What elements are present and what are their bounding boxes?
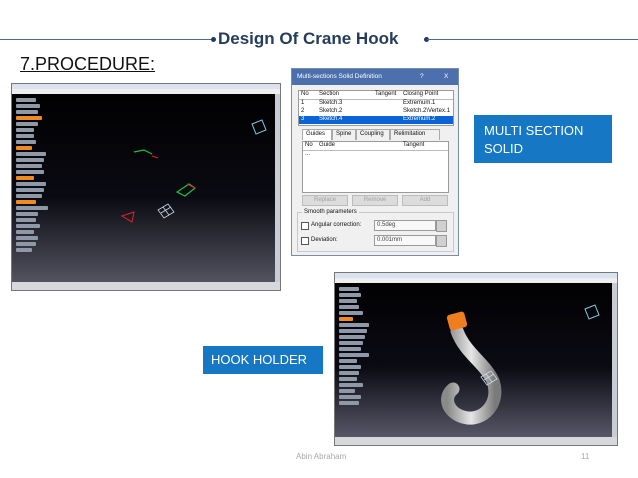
row-section: Sketch.3 <box>319 100 343 106</box>
row-no: 1 <box>301 100 305 106</box>
multi-section-callout: MULTI SECTION SOLID <box>474 115 612 163</box>
row-no: 3 <box>301 116 305 122</box>
multi-sections-solid-dialog: Multi-sections Solid Definition ? X No S… <box>291 68 459 256</box>
header-rule-left <box>0 39 215 40</box>
deviation-checkbox[interactable] <box>301 237 309 245</box>
row-closing-point: Extremum.2 <box>403 116 436 122</box>
replace-button[interactable]: Replace <box>302 195 348 206</box>
col-guide: Guide <box>319 142 336 148</box>
guides-row[interactable]: ... <box>303 151 448 159</box>
hook-holder-callout-text: HOOK HOLDER <box>211 352 308 367</box>
dialog-tabs: Guides Spine Coupling Relimitation <box>302 129 442 140</box>
guide-buttons: Replace Remove Add <box>302 195 448 206</box>
guides-header: No Guide Tangent <box>303 142 448 151</box>
header-dot-left <box>211 37 216 42</box>
dialog-titlebar: Multi-sections Solid Definition ? X <box>292 69 458 85</box>
guides-row-placeholder: ... <box>305 151 311 157</box>
col-tangent: Tangent <box>375 91 397 97</box>
help-button[interactable]: ? <box>420 73 424 80</box>
row-no: 2 <box>301 108 305 114</box>
tab-guides[interactable]: Guides <box>302 129 332 140</box>
slide-title: Design Of Crane Hook <box>218 29 399 48</box>
col-no: No <box>305 142 313 148</box>
angular-correction-label: Angular correction: <box>311 222 362 228</box>
deviation-label: Deviation: <box>311 237 338 243</box>
section-heading: 7.PROCEDURE: <box>20 54 156 74</box>
angular-spinner[interactable] <box>436 220 447 232</box>
deviation-spinner[interactable] <box>436 235 447 247</box>
header-rule-right <box>427 39 638 40</box>
col-no: No <box>301 91 309 97</box>
crane-hook-model <box>441 304 600 425</box>
angular-correction-field[interactable]: 0.5deg <box>374 220 436 231</box>
angular-correction-checkbox[interactable] <box>301 222 309 230</box>
col-section: Section <box>319 91 340 97</box>
row-closing-point: Sketch.2\Vertex.1 <box>403 108 451 114</box>
multi-section-callout-text: MULTI SECTION SOLID <box>484 123 584 156</box>
col-tangent: Tangent <box>403 142 425 148</box>
sections-table: No Section Tangent Closing Point 1 Sketc… <box>298 90 454 126</box>
sketch-geometry <box>120 119 267 223</box>
col-closing-point: Closing Point <box>403 91 439 97</box>
smooth-parameters-group: Smooth parameters Angular correction: 0.… <box>297 209 454 252</box>
close-button[interactable]: X <box>444 73 448 80</box>
row-section: Sketch.4 <box>319 116 343 122</box>
dialog-title: Multi-sections Solid Definition <box>297 73 382 80</box>
table-header: No Section Tangent Closing Point <box>299 91 453 100</box>
guides-table: No Guide Tangent ... <box>302 141 449 193</box>
table-row[interactable]: 2 Sketch.2 Sketch.2\Vertex.1 <box>299 108 453 116</box>
catia-screenshot-sections <box>11 83 281 291</box>
tab-spine[interactable]: Spine <box>332 129 356 140</box>
table-row[interactable]: 1 Sketch.3 Extremum.1 <box>299 100 453 108</box>
footer-author: Abin Abraham <box>296 452 347 461</box>
tab-relimitation[interactable]: Relimitation <box>390 129 440 140</box>
table-row-selected[interactable]: 3 Sketch.4 Extremum.2 <box>299 116 453 124</box>
remove-button[interactable]: Remove <box>352 195 398 206</box>
hook-holder-callout: HOOK HOLDER <box>203 346 323 374</box>
catia-screenshot-hook <box>334 272 618 446</box>
add-button[interactable]: Add <box>402 195 448 206</box>
row-closing-point: Extremum.1 <box>403 100 436 106</box>
row-section: Sketch.2 <box>319 108 343 114</box>
page-number: 11 <box>581 452 590 461</box>
deviation-field[interactable]: 0.001mm <box>374 235 436 246</box>
tab-coupling[interactable]: Coupling <box>356 129 390 140</box>
smooth-parameters-title: Smooth parameters <box>302 209 359 215</box>
